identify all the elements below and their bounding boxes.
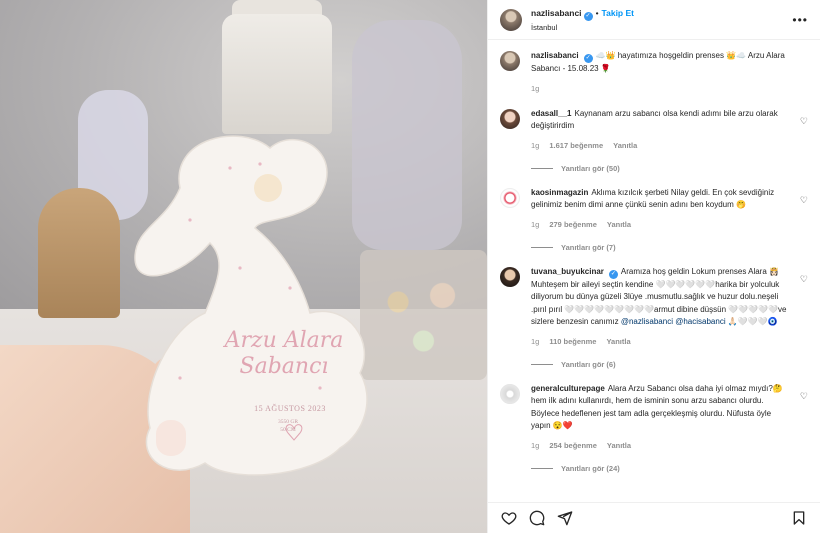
separator: •: [595, 7, 599, 18]
post-photo[interactable]: Arzu Alara Sabancı 15 AĞUSTOS 2023 3550 …: [0, 0, 487, 533]
like-heart-icon[interactable]: ♡: [800, 195, 808, 206]
comment-icon[interactable]: [528, 509, 546, 527]
replies-line: [531, 246, 553, 248]
more-options-icon[interactable]: •••: [792, 13, 808, 27]
comment: tuvana_buyukcinar ✓ Aramıza hoş geldin Lok…: [500, 266, 808, 346]
view-replies-label: Yanıtları gör (6): [561, 359, 616, 369]
house-decoration: [38, 188, 120, 318]
verified-icon: ✓: [583, 11, 593, 21]
post-header: nazlisabanci ✓ • Takip Et İstanbul •••: [488, 0, 820, 40]
view-replies-label: Yanıtları gör (50): [561, 163, 620, 173]
header-username[interactable]: nazlisabanci: [531, 8, 582, 18]
view-replies-label: Yanıtları gör (7): [561, 242, 616, 252]
avatar[interactable]: [500, 383, 520, 404]
action-bar: [488, 502, 820, 533]
comment-likes[interactable]: 279 beğenme: [549, 220, 597, 229]
view-replies-button[interactable]: Yanıtları gör (6): [531, 360, 808, 369]
comment-username[interactable]: edasall__1: [531, 109, 571, 118]
mention-link[interactable]: @nazlisabanci: [621, 317, 673, 326]
avatar[interactable]: [500, 51, 520, 71]
comment-time[interactable]: 1g: [531, 220, 539, 229]
caption: nazlisabanci ✓ ☁️👑 hayatımıza hoşgeldin pr…: [500, 50, 808, 93]
verified-icon: ✓: [608, 269, 618, 279]
caption-username[interactable]: nazlisabanci: [531, 51, 579, 60]
heart-icon[interactable]: [500, 509, 518, 527]
bunny-card: Arzu Alara Sabancı 15 AĞUSTOS 2023 3550 …: [110, 128, 372, 486]
comment: generalculturepage Alara Arzu Sabancı ols…: [500, 383, 808, 450]
comment-likes[interactable]: 1.617 beğenme: [549, 141, 603, 150]
reply-button[interactable]: Yanıtla: [606, 337, 630, 346]
reply-button[interactable]: Yanıtla: [613, 141, 637, 150]
view-replies-button[interactable]: Yanıtları gör (50): [531, 164, 808, 173]
replies-line: [531, 467, 553, 469]
comment-likes[interactable]: 110 beğenme: [549, 337, 596, 346]
location-link[interactable]: İstanbul: [531, 23, 792, 32]
like-heart-icon[interactable]: ♡: [800, 274, 808, 285]
reply-button[interactable]: Yanıtla: [607, 441, 631, 450]
card-baby-name: Arzu Alara Sabancı: [224, 328, 344, 379]
treats-decoration: [360, 250, 487, 380]
cake: [222, 14, 332, 134]
header-info: nazlisabanci ✓ • Takip Et İstanbul: [531, 8, 792, 32]
share-icon[interactable]: [556, 509, 574, 527]
avatar[interactable]: [500, 8, 522, 31]
post-sidebar: nazlisabanci ✓ • Takip Et İstanbul ••• nazl…: [487, 0, 820, 533]
bookmark-icon[interactable]: [790, 509, 808, 527]
comment-username[interactable]: kaosinmagazin: [531, 188, 588, 197]
comment: edasall__1 Kaynanam arzu sabancı olsa ken…: [500, 108, 808, 150]
replies-line: [531, 363, 553, 365]
card-measurements: 3550 GR 50 CM: [277, 419, 298, 433]
comment-emoji-tail: 🙏🏻🤍🤍🤍🧿: [727, 317, 778, 326]
like-heart-icon[interactable]: ♡: [800, 116, 808, 127]
avatar[interactable]: [500, 108, 520, 129]
avatar[interactable]: [500, 266, 520, 287]
follow-button[interactable]: Takip Et: [602, 8, 634, 18]
like-heart-icon[interactable]: ♡: [800, 391, 808, 402]
verified-icon: ✓: [583, 54, 593, 63]
mention-link[interactable]: @hacisabanci: [675, 317, 725, 326]
comment-time[interactable]: 1g: [531, 337, 539, 346]
comments-list[interactable]: nazlisabanci ✓ ☁️👑 hayatımıza hoşgeldin pr…: [488, 40, 820, 502]
view-replies-label: Yanıtları gör (24): [561, 463, 620, 473]
caption-time[interactable]: 1g: [531, 84, 539, 93]
card-birth-date: 15 AĞUSTOS 2023: [254, 404, 326, 413]
comment-username[interactable]: generalculturepage: [531, 384, 605, 393]
replies-line: [531, 167, 553, 169]
view-replies-button[interactable]: Yanıtları gör (7): [531, 243, 808, 252]
view-replies-button[interactable]: Yanıtları gör (24): [531, 464, 808, 473]
comment-likes[interactable]: 254 beğenme: [549, 441, 597, 450]
comment-username[interactable]: tuvana_buyukcinar: [531, 267, 604, 276]
comment-time[interactable]: 1g: [531, 441, 539, 450]
thumbnail-nail: [156, 420, 186, 456]
comment: kaosinmagazin Aklıma kızılcık şerbeti Nil…: [500, 187, 808, 229]
comment-time[interactable]: 1g: [531, 141, 539, 150]
avatar[interactable]: [500, 187, 520, 208]
reply-button[interactable]: Yanıtla: [607, 220, 631, 229]
